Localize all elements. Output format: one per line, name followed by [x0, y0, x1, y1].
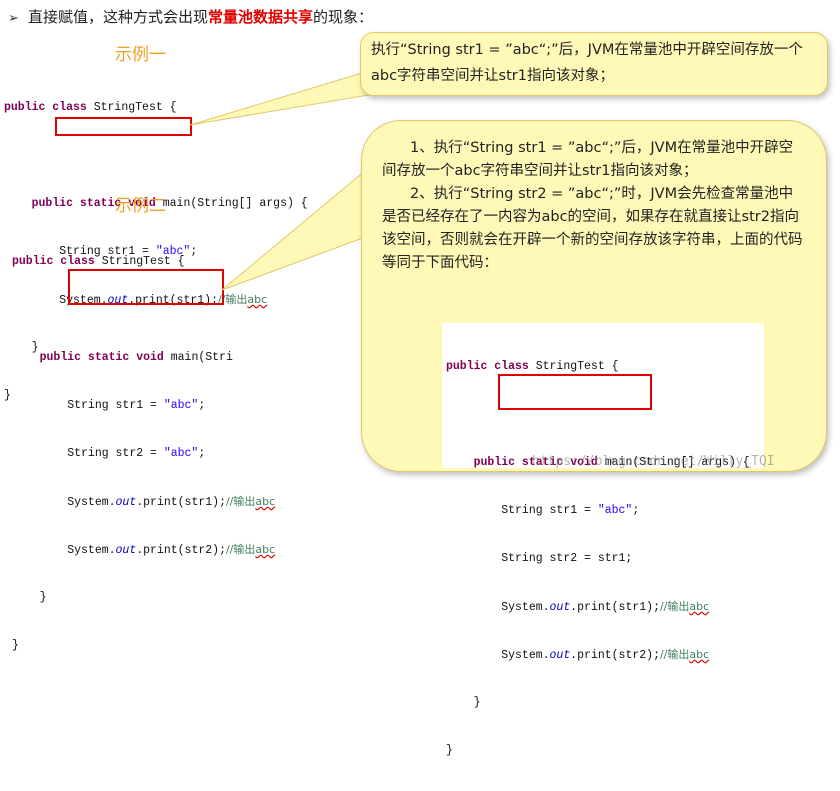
code-line: System.out.print(str1);//输出abc	[446, 600, 710, 614]
callout-2: 1、执行“String str1 = ”abc“;”后，JVM在常量池中开辟空间…	[361, 120, 827, 757]
code-line: String str2 = str1;	[446, 552, 633, 565]
callout2-paragraph-1: 1、执行“String str1 = ”abc“;”后，JVM在常量池中开辟空间…	[382, 140, 794, 179]
code-line: System.out.print(str2);//输出abc	[446, 648, 710, 662]
callout2-code-panel: public class StringTest { public static …	[442, 323, 764, 757]
code-line: }	[446, 744, 453, 757]
watermark: https://blog.csdn.net/Willy_TQI	[532, 454, 775, 469]
code-line: System.out.print(str1);//输出abc	[12, 495, 276, 509]
code-line: }	[12, 591, 47, 604]
callout1-text: 执行“String str1 = ”abc“;”后，JVM在常量池中开辟空间存放…	[371, 42, 803, 84]
callout2-highlight-box	[498, 374, 652, 410]
callout2-paragraph-2: 2、执行“String str2 = ”abc“;”时，JVM会先检查常量池中是…	[382, 186, 803, 271]
code-line: public class StringTest {	[446, 360, 619, 373]
code-line: }	[12, 639, 19, 652]
code-line: System.out.print(str2);//输出abc	[12, 543, 276, 557]
code-line: }	[446, 696, 481, 709]
code-line: String str1 = "abc";	[446, 504, 640, 517]
callout-1: 执行“String str1 = ”abc“;”后，JVM在常量池中开辟空间存放…	[360, 32, 828, 96]
